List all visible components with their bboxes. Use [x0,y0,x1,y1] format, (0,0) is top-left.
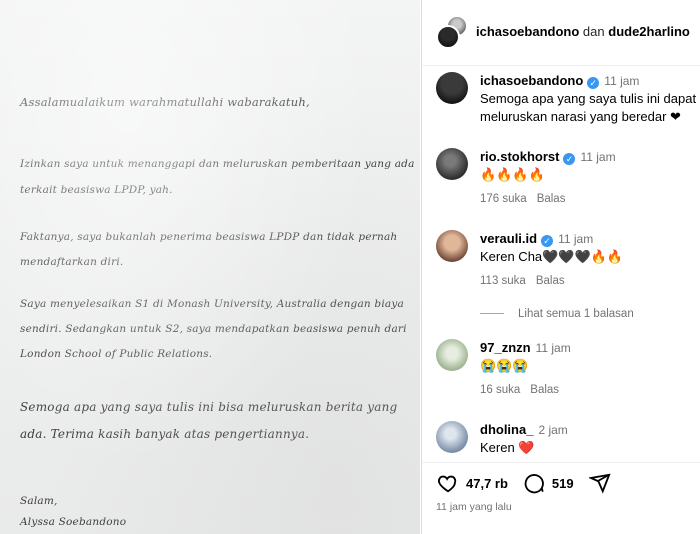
header-conjunction: dan [582,24,605,39]
comment-username[interactable]: ichasoebandono [480,73,583,88]
comment-time[interactable]: 11 jam [580,150,615,164]
comment-time[interactable]: 11 jam [536,341,571,355]
comment-username[interactable]: dholina_ [480,422,533,437]
avatar[interactable] [436,25,460,49]
comment-time[interactable]: 11 jam [604,74,639,88]
letter-line: Saya menyelesaikan S1 di Monash Universi… [20,298,404,310]
post-image-letter: Assalamualaikum warahmatullahi wabarakat… [0,0,420,534]
heart-icon[interactable] [436,471,460,495]
comment-likes[interactable]: 176 suka [480,193,527,205]
collab-usernames: ichasoebandono dan dude2harlino [476,24,690,39]
share-icon[interactable] [588,471,612,495]
avatar[interactable] [436,421,468,453]
comment-count[interactable]: 519 [552,476,574,491]
letter-line: ada. Terima kasih banyak atas pengertian… [20,427,310,441]
comment-likes[interactable]: 16 suka [480,384,520,396]
verified-badge-icon: ✓ [541,235,554,247]
comments-panel: ichasoebandono dan dude2harlino ichasoeb… [421,0,700,534]
letter-signature: Alyssa Soebandono [20,516,127,528]
letter-line: London School of Public Relations. [20,348,213,360]
avatar[interactable] [436,72,468,104]
comment-text: Keren Cha🖤🖤🖤🔥🔥 [480,249,624,264]
header-username-2[interactable]: dude2harlino [608,24,690,39]
caption-text: Semoga apa yang saya tulis ini dapat [480,91,697,106]
comment-text: Keren ❤️ [480,440,535,455]
avatar[interactable] [436,339,468,371]
header-username-1[interactable]: ichasoebandono [476,24,579,39]
reply-button[interactable]: Balas [537,193,566,205]
post-header: ichasoebandono dan dude2harlino [422,0,700,66]
comment-username[interactable]: rio.stokhorst [480,149,559,164]
letter-line: mendaftarkan diri. [20,256,124,268]
letter-line: terkait beasiswa LPDP, yah. [20,184,173,196]
reply-button[interactable]: Balas [530,384,559,396]
letter-line: Semoga apa yang saya tulis ini bisa melu… [20,400,398,414]
comment-likes[interactable]: 113 suka [480,275,526,287]
view-replies-button[interactable]: Lihat semua 1 balasan [480,308,634,320]
verified-badge-icon: ✓ [587,77,600,89]
comment-icon[interactable] [522,471,546,495]
letter-line: Faktanya, saya bukanlah penerima beasisw… [20,231,398,243]
like-count[interactable]: 47,7 rb [466,476,508,491]
comment-text: 😭😭😭 [480,358,529,373]
letter-line: sendiri. Sedangkan untuk S2, saya mendap… [20,323,407,335]
comment-time[interactable]: 2 jam [538,423,567,437]
avatar[interactable] [436,148,468,180]
comment-username[interactable]: verauli.id [480,231,537,246]
caption-text: meluruskan narasi yang beredar ❤ [480,109,681,124]
collab-avatars[interactable] [436,15,470,51]
reply-button[interactable]: Balas [536,275,565,287]
letter-greeting: Assalamualaikum warahmatullahi wabarakat… [20,95,310,109]
post-actions: 47,7 rb 519 11 jam yang lalu [422,462,700,534]
avatar[interactable] [436,230,468,262]
comment-time[interactable]: 11 jam [558,232,593,246]
post-timestamp[interactable]: 11 jam yang lalu [436,501,512,513]
verified-badge-icon: ✓ [563,153,576,165]
comment-username[interactable]: 97_znzn [480,340,531,355]
letter-line: Izinkan saya untuk menanggapi dan meluru… [20,158,415,170]
comment-text: 🔥🔥🔥🔥 [480,167,545,182]
